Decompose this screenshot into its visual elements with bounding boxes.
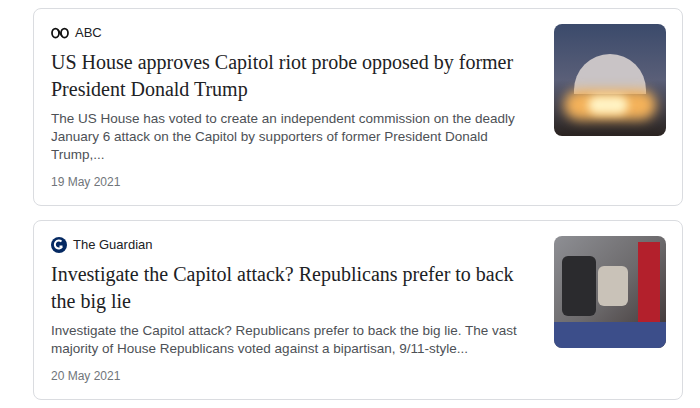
news-source: ABC [51,24,529,42]
news-card[interactable]: ABC US House approves Capitol riot probe … [33,8,683,206]
news-snippet: Investigate the Capitol attack? Republic… [51,322,529,358]
news-results-page: ABC US House approves Capitol riot probe … [0,0,700,408]
abc-logo-icon [51,27,69,39]
news-thumbnail[interactable] [554,24,666,136]
news-headline[interactable]: Investigate the Capitol attack? Republic… [51,261,529,315]
news-date: 19 May 2021 [51,174,529,190]
news-date: 20 May 2021 [51,368,529,384]
news-card[interactable]: The Guardian Investigate the Capitol atta… [33,220,683,400]
news-headline[interactable]: US House approves Capitol riot probe opp… [51,49,529,103]
news-source: The Guardian [51,236,529,254]
news-thumbnail[interactable] [554,236,666,348]
news-snippet: The US House has voted to create an inde… [51,110,529,164]
guardian-logo-icon [51,237,67,253]
